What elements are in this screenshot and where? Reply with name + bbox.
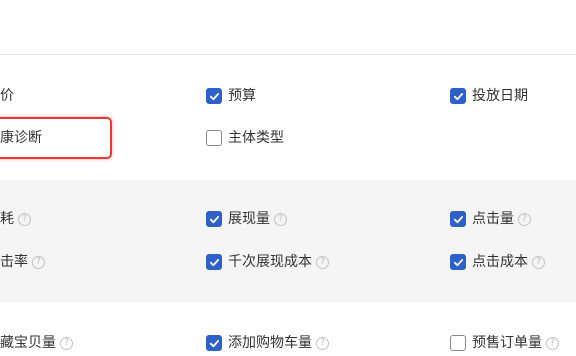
checkbox-checked-icon[interactable]	[450, 88, 466, 104]
field-option-clicks[interactable]: 点击量 ?	[450, 209, 531, 229]
field-option-entity-type[interactable]: 主体类型	[206, 128, 284, 148]
field-option-favorites[interactable]: 藏宝贝量 ?	[0, 333, 73, 353]
help-icon[interactable]: ?	[518, 212, 531, 226]
dialog-header-area	[0, 0, 576, 54]
help-icon[interactable]: ?	[546, 336, 559, 350]
option-label: 价	[0, 88, 14, 104]
checkbox-checked-icon[interactable]	[206, 211, 222, 227]
checkbox-unchecked-icon[interactable]	[206, 130, 222, 146]
option-label: 添加购物车量	[228, 335, 312, 351]
checkbox-checked-icon[interactable]	[450, 211, 466, 227]
help-icon[interactable]: ?	[18, 212, 31, 226]
checkbox-checked-icon[interactable]	[206, 335, 222, 351]
field-option-delivery-date[interactable]: 投放日期	[450, 86, 528, 106]
help-icon[interactable]: ?	[316, 336, 329, 350]
option-label: 展现量	[228, 211, 270, 227]
help-icon[interactable]: ?	[274, 212, 287, 226]
field-option-add-to-cart[interactable]: 添加购物车量 ?	[206, 333, 329, 353]
help-icon[interactable]: ?	[532, 255, 545, 269]
checkbox-checked-icon[interactable]	[206, 254, 222, 270]
option-label: 千次展现成本	[228, 254, 312, 270]
option-label: 点击成本	[472, 254, 528, 270]
field-option-impressions[interactable]: 展现量 ?	[206, 209, 287, 229]
help-icon[interactable]: ?	[32, 255, 45, 269]
option-label: 主体类型	[228, 130, 284, 146]
field-option-ctr[interactable]: 击率 ?	[0, 252, 45, 272]
option-label: 预售订单量	[472, 335, 542, 351]
field-option-price[interactable]: 价	[0, 86, 14, 106]
option-label: 击率	[0, 254, 28, 270]
field-option-cpm[interactable]: 千次展现成本 ?	[206, 252, 329, 272]
option-label: 投放日期	[472, 88, 528, 104]
checkbox-unchecked-icon[interactable]	[450, 335, 466, 351]
option-label: 预算	[228, 88, 256, 104]
field-option-spend[interactable]: 耗 ?	[0, 209, 31, 229]
field-option-presale-orders[interactable]: 预售订单量 ?	[450, 333, 559, 353]
checkbox-checked-icon[interactable]	[450, 254, 466, 270]
option-label: 点击量	[472, 211, 514, 227]
option-label: 耗	[0, 211, 14, 227]
checkbox-checked-icon[interactable]	[206, 88, 222, 104]
field-option-budget[interactable]: 预算	[206, 86, 256, 106]
help-icon[interactable]: ?	[60, 336, 73, 350]
help-icon[interactable]: ?	[316, 255, 329, 269]
field-option-cpc[interactable]: 点击成本 ?	[450, 252, 545, 272]
option-label: 藏宝贝量	[0, 335, 56, 351]
performance-metrics-section	[0, 180, 576, 302]
highlight-box	[0, 117, 112, 159]
